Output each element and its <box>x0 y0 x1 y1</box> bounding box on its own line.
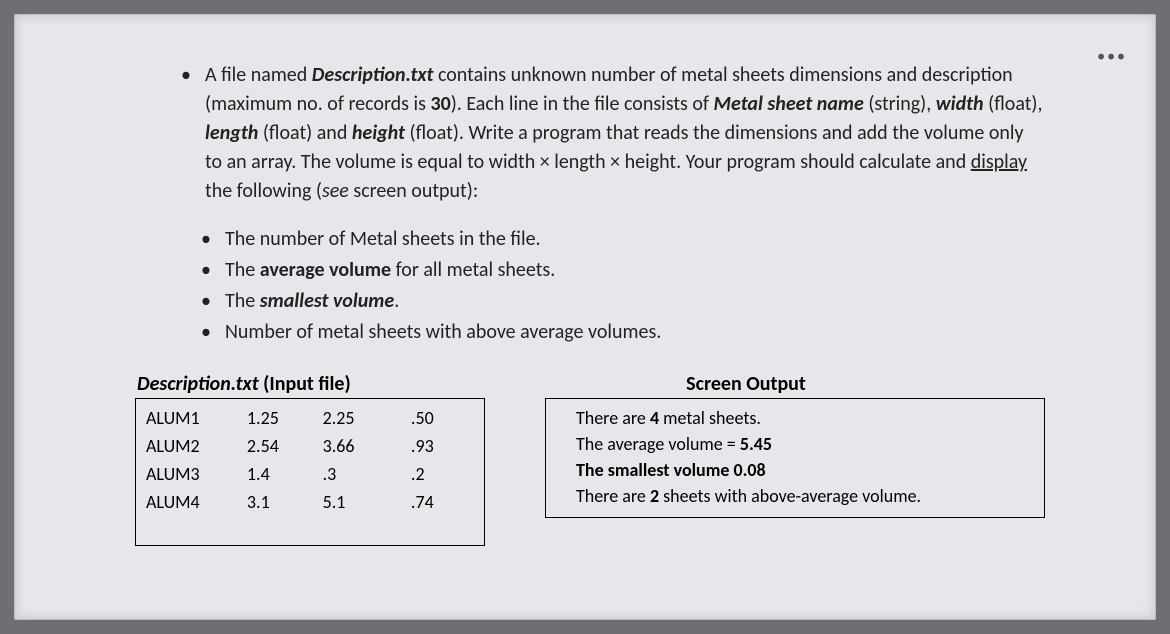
cell-length: .3 <box>323 461 411 489</box>
cell-name: ALUM3 <box>146 461 247 489</box>
text: screen output): <box>349 179 478 203</box>
min-value: 0.08 <box>733 459 765 481</box>
cell-length: 2.25 <box>323 405 411 433</box>
example-row: Description.txt (Input file) ALUM1 1.25 … <box>125 372 1045 546</box>
max-records: 30 <box>430 92 450 116</box>
output-line-average: The average volume = 5.45 <box>576 431 1014 457</box>
cell-height: .74 <box>411 489 474 517</box>
cell-width: 2.54 <box>247 433 323 461</box>
input-title: Description.txt (Input file) <box>135 372 485 396</box>
input-filename: Description.txt <box>137 372 259 396</box>
task-count: The number of Metal sheets in the file. <box>225 224 1045 255</box>
input-column: Description.txt (Input file) ALUM1 1.25 … <box>135 372 485 546</box>
cell-height: .2 <box>411 461 474 489</box>
text: metal sheets. <box>659 407 761 429</box>
intro-list: A file named Description.txt contains un… <box>125 61 1045 206</box>
avg-value: 5.45 <box>740 433 772 455</box>
cell-name: ALUM1 <box>146 405 247 433</box>
text: (float) and <box>258 121 352 145</box>
cell-width: 1.25 <box>247 405 323 433</box>
text: for all metal sheets. <box>391 258 555 282</box>
output-line-above: There are 2 sheets with above-average vo… <box>576 483 1014 509</box>
text: . <box>394 289 399 313</box>
intro-bullet: A file named Description.txt contains un… <box>205 61 1045 206</box>
task-smallest: The smallest volume. <box>225 286 1045 317</box>
text: (float), <box>984 92 1043 116</box>
see-word: see <box>322 179 349 203</box>
display-word: display <box>971 150 1027 174</box>
table-row: ALUM3 1.4 .3 .2 <box>146 461 474 489</box>
text: The <box>225 258 260 282</box>
table-row: ALUM1 1.25 2.25 .50 <box>146 405 474 433</box>
output-line-count: There are 4 metal sheets. <box>576 405 1014 431</box>
table-row: ALUM2 2.54 3.66 .93 <box>146 433 474 461</box>
field-length: length <box>205 121 258 145</box>
tasks-list: The number of Metal sheets in the file. … <box>125 224 1045 348</box>
field-height: height <box>352 121 405 145</box>
text: The <box>225 289 260 313</box>
cell-height: .50 <box>411 405 474 433</box>
cell-name: ALUM4 <box>146 489 247 517</box>
field-name: Metal sheet name <box>714 92 864 116</box>
more-icon[interactable]: ••• <box>1097 47 1127 66</box>
field-width: width <box>936 92 984 116</box>
above-value: 2 <box>650 485 659 507</box>
input-table: ALUM1 1.25 2.25 .50 ALUM2 2.54 3.66 .93 … <box>146 405 474 517</box>
cell-length: 5.1 <box>323 489 411 517</box>
text: the following ( <box>205 179 322 203</box>
text: (string), <box>864 92 936 116</box>
text-bold: average volume <box>260 258 391 282</box>
text: sheets with above-average volume. <box>659 485 921 507</box>
text: There are <box>576 407 650 429</box>
cell-name: ALUM2 <box>146 433 247 461</box>
output-line-smallest: The smallest volume 0.08 <box>576 457 1014 483</box>
output-title: Screen Output <box>545 372 1045 396</box>
text: The average volume = <box>576 433 740 455</box>
cell-length: 3.66 <box>323 433 411 461</box>
text: There are <box>576 485 650 507</box>
input-suffix: (Input file) <box>259 372 351 396</box>
task-average: The average volume for all metal sheets. <box>225 255 1045 286</box>
text: A file named <box>205 63 312 87</box>
count-value: 4 <box>650 407 659 429</box>
filename-text: Description.txt <box>312 63 434 87</box>
table-row: ALUM4 3.1 5.1 .74 <box>146 489 474 517</box>
cell-width: 1.4 <box>247 461 323 489</box>
text: The smallest volume <box>576 459 733 481</box>
output-column: Screen Output There are 4 metal sheets. … <box>545 372 1045 546</box>
document-page: ••• A file named Description.txt contain… <box>14 14 1156 620</box>
text: ). Each line in the file consists of <box>451 92 714 116</box>
cell-width: 3.1 <box>247 489 323 517</box>
text-bolditalic: smallest volume <box>260 289 394 313</box>
output-box: There are 4 metal sheets. The average vo… <box>545 398 1045 518</box>
input-box: ALUM1 1.25 2.25 .50 ALUM2 2.54 3.66 .93 … <box>135 398 485 546</box>
cell-height: .93 <box>411 433 474 461</box>
task-above-average: Number of metal sheets with above averag… <box>225 317 1045 348</box>
